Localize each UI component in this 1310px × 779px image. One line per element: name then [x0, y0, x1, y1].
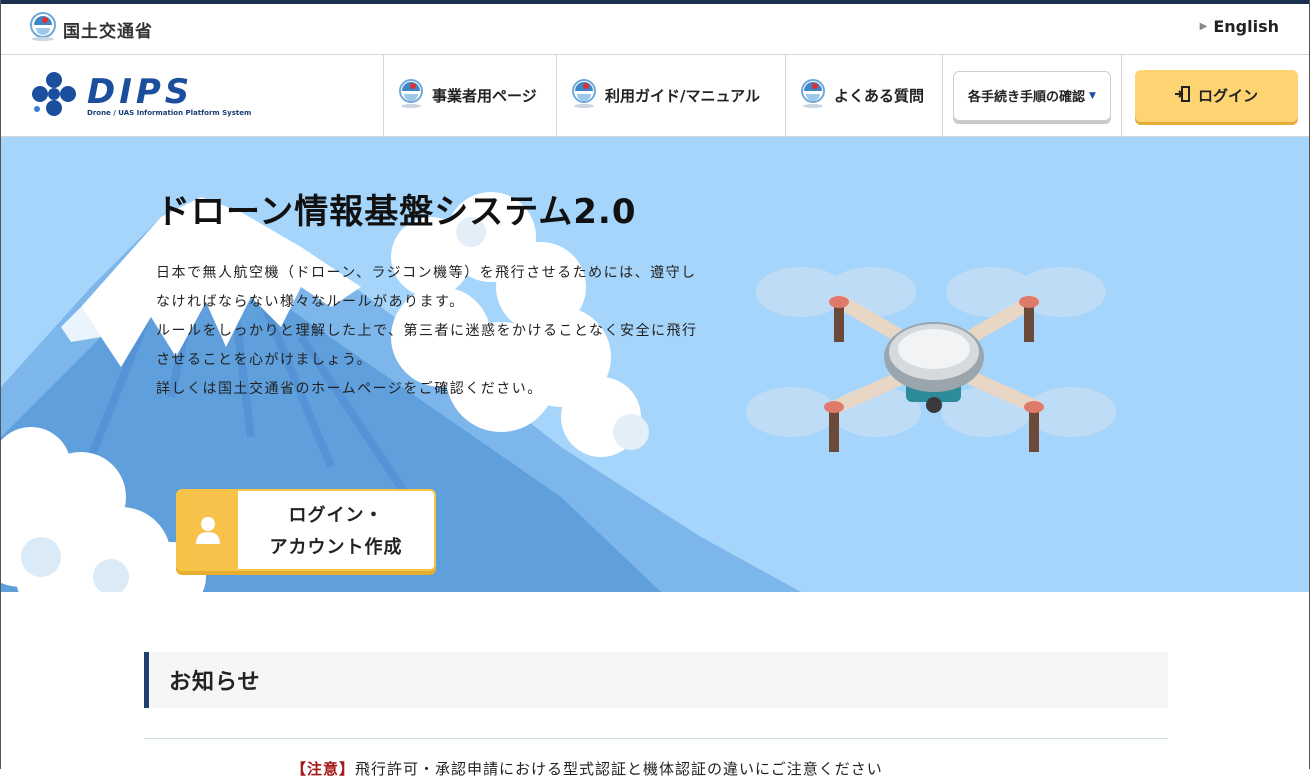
- caret-down-icon: ▼: [1089, 90, 1096, 101]
- nav-faq-label: よくある質問: [834, 87, 925, 105]
- user-icon: [178, 491, 238, 569]
- procedure-dropdown-cell: 各手続き手順の確認 ▼: [942, 55, 1121, 136]
- hero-banner: ドローン情報基盤システム2.0 日本で無人航空機（ドローン、ラジコン機等）を飛行…: [1, 137, 1309, 592]
- news-item-text: 飛行許可・承認申請における型式認証と機体認証の違いにご注意ください: [355, 760, 883, 778]
- login-create-account-button[interactable]: ログイン・ アカウント作成: [176, 489, 436, 571]
- mlit-emblem-icon: [398, 78, 424, 113]
- ministry-brand[interactable]: 国土交通省: [29, 12, 153, 46]
- hero-description-line: なければならない様々なルールがあります。: [156, 294, 465, 310]
- nav-faq[interactable]: よくある質問: [785, 55, 942, 136]
- english-link[interactable]: ▶ English: [1200, 17, 1279, 36]
- header-login-cell: ログイン: [1121, 55, 1310, 136]
- dips-logo[interactable]: DIPS Drone / UAS Information Platform Sy…: [29, 69, 251, 123]
- dips-subtitle: Drone / UAS Information Platform System: [87, 108, 252, 117]
- english-link-label: English: [1213, 17, 1279, 36]
- ministry-name: 国土交通省: [63, 21, 153, 42]
- hero-description-line: 日本で無人航空機（ドローン、ラジコン機等）を飛行させるためには、遵守し: [156, 265, 697, 281]
- news-heading: お知らせ: [144, 652, 1168, 708]
- nav-guide-manual-label: 利用ガイド/マニュアル: [605, 87, 761, 105]
- main-header: DIPS Drone / UAS Information Platform Sy…: [1, 54, 1309, 137]
- nav-business-page-label: 事業者用ページ: [432, 87, 537, 105]
- mlit-emblem-icon: [571, 78, 597, 113]
- global-nav: 事業者用ページ 利用ガイド/マニュアル よくある質問 各手続き手順の確認 ▼ ロ…: [383, 55, 1310, 136]
- nav-business-page[interactable]: 事業者用ページ: [383, 55, 556, 136]
- hero-description: 日本で無人航空機（ドローン、ラジコン機等）を飛行させるためには、遵守し なければ…: [156, 259, 766, 404]
- news-item-tag: 【注意】: [291, 760, 356, 778]
- dips-mark-icon: [29, 69, 79, 123]
- top-accent-bar: [1, 0, 1309, 4]
- procedure-dropdown[interactable]: 各手続き手順の確認 ▼: [953, 70, 1111, 121]
- drone-illustration: [746, 267, 1116, 452]
- dips-wordmark: DIPS: [87, 71, 194, 112]
- procedure-dropdown-label: 各手続き手順の確認: [968, 90, 1086, 105]
- hero-description-line: させることを心がけましょう。: [156, 352, 373, 368]
- header-login-label: ログイン: [1197, 87, 1258, 105]
- mlit-emblem-icon: [800, 78, 826, 113]
- hero-description-line: 詳しくは国土交通省のホームページをご確認ください。: [156, 381, 543, 397]
- triangle-right-icon: ▶: [1199, 21, 1208, 32]
- hero-title: ドローン情報基盤システム2.0: [156, 192, 637, 232]
- cta-label-line1: ログイン・: [288, 505, 384, 526]
- news-heading-label: お知らせ: [169, 670, 261, 695]
- login-door-icon: [1174, 85, 1192, 107]
- header-login-button[interactable]: ログイン: [1134, 69, 1298, 122]
- hero-description-line: ルールをしっかりと理解した上で、第三者に迷惑をかけることなく安全に飛行: [156, 323, 698, 339]
- cta-label-line2: アカウント作成: [269, 537, 403, 558]
- nav-guide-manual[interactable]: 利用ガイド/マニュアル: [556, 55, 785, 136]
- news-divider: [144, 738, 1168, 739]
- mlit-emblem-icon: [29, 12, 57, 46]
